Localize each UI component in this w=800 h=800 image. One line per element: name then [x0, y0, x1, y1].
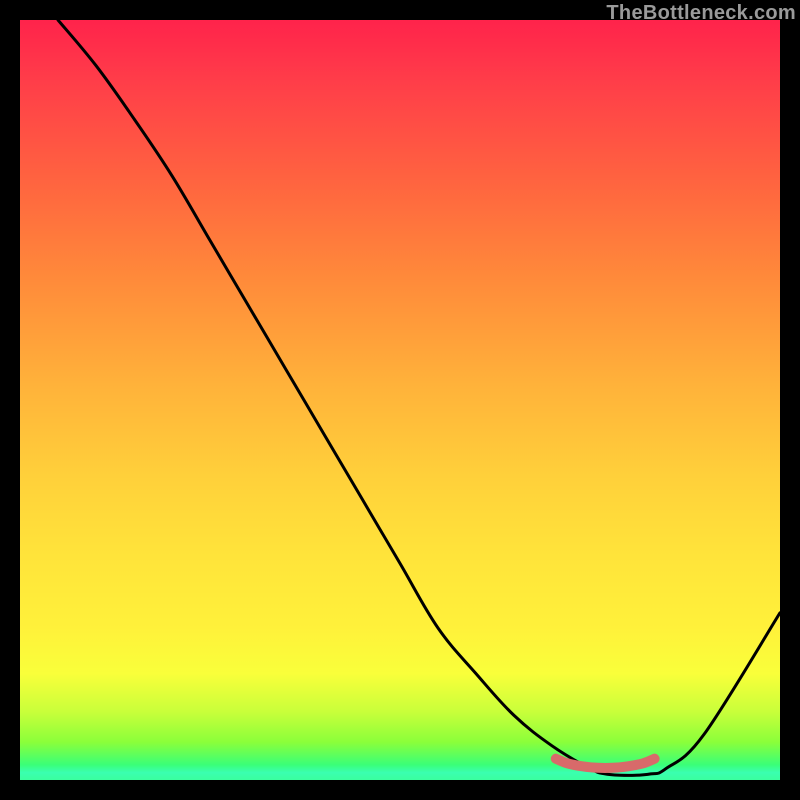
chart-svg [20, 20, 780, 780]
plot-area [20, 20, 780, 780]
watermark-text: TheBottleneck.com [606, 2, 796, 25]
chart-frame [20, 20, 780, 780]
bottleneck-curve [58, 20, 780, 775]
highlight-band [556, 759, 655, 768]
